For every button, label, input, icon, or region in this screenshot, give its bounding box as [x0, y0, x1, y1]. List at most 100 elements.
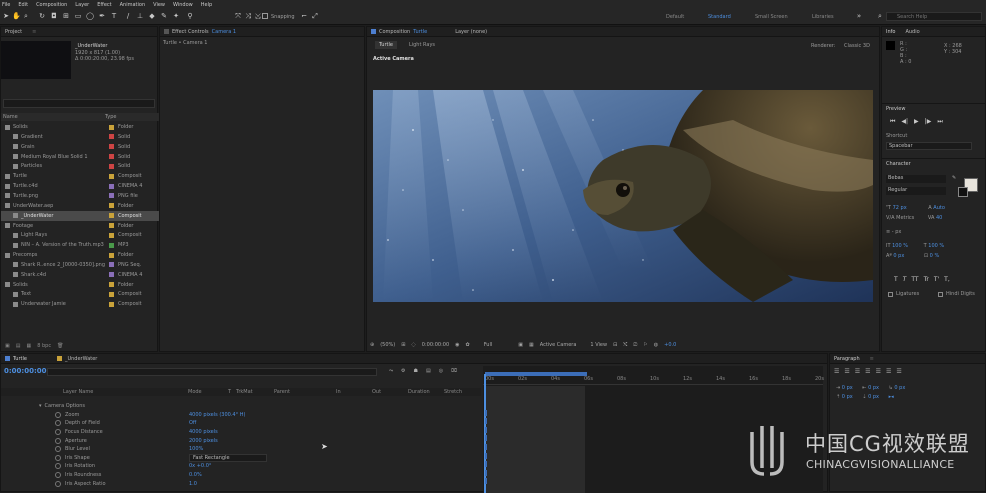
property-value[interactable]: Off [189, 420, 196, 426]
align-right-icon[interactable]: ☰ [855, 368, 860, 375]
label-color-swatch[interactable] [109, 134, 114, 140]
timeline-property-row[interactable]: Iris Shape Fast Rectangle [1, 453, 481, 463]
stopwatch-icon[interactable] [55, 472, 61, 479]
timeline-tab-turtle[interactable]: Turtle [13, 356, 27, 362]
ligatures-checkbox[interactable] [888, 291, 893, 297]
space-before-value[interactable]: 0 px [842, 394, 853, 400]
eraser-tool-icon[interactable]: ◆ [148, 12, 156, 20]
align-left-icon[interactable]: ☰ [834, 368, 839, 375]
search-help-input[interactable] [887, 13, 981, 20]
info-tab[interactable]: Info [886, 29, 895, 35]
stroke-color-swatch[interactable] [958, 187, 968, 197]
rotate-tool-icon[interactable]: ↻ [38, 12, 46, 20]
project-item[interactable]: UnderWater.aep Folder [1, 201, 159, 211]
property-value[interactable]: 2000 pixels [189, 438, 218, 444]
label-color-swatch[interactable] [109, 242, 114, 248]
property-value[interactable]: 100% [189, 446, 203, 452]
first-frame-icon[interactable]: ⏮ [890, 118, 895, 126]
snap-options-icon[interactable]: ⌐ [300, 12, 308, 20]
renderer-value[interactable]: Classic 3D [844, 43, 870, 49]
project-item[interactable]: Particles Solid [1, 161, 159, 171]
timeline-property-row[interactable]: Iris Roundness 0.0% [1, 471, 481, 480]
col-name[interactable]: Name [3, 114, 105, 120]
keyframe-marker[interactable] [485, 444, 487, 450]
transparency-icon[interactable]: ▦ [529, 342, 534, 348]
label-color-swatch[interactable] [109, 183, 114, 189]
label-color-swatch[interactable] [109, 291, 114, 297]
align-center-icon[interactable]: ☰ [844, 368, 849, 375]
justify-center-icon[interactable]: ☰ [876, 368, 881, 375]
project-item[interactable]: Solids Folder [1, 280, 159, 290]
label-color-swatch[interactable] [109, 144, 114, 150]
stopwatch-icon[interactable] [55, 411, 61, 418]
layer-tab[interactable]: Layer (none) [455, 29, 487, 35]
selection-tool-icon[interactable]: ➤ [2, 12, 10, 20]
timeline-property-row[interactable]: Iris Aspect Ratio 1.0 [1, 479, 481, 488]
stopwatch-icon[interactable] [55, 420, 61, 427]
keyframe-marker[interactable] [485, 435, 487, 442]
grid-icon[interactable]: ⊞ [401, 342, 405, 348]
composition-tab[interactable]: Composition [379, 29, 410, 35]
type-tool-icon[interactable]: T [110, 12, 118, 20]
camera-tool-icon[interactable]: ◘ [50, 12, 58, 20]
justify-all-icon[interactable]: ☰ [896, 368, 901, 375]
preview-tab[interactable]: Preview [882, 103, 986, 113]
ellipse-tool-icon[interactable]: ◯ [86, 12, 94, 20]
project-item[interactable]: Solids Folder [1, 122, 159, 132]
axis-local-icon[interactable]: ⤧ [234, 12, 242, 20]
project-item[interactable]: Turtle.c4d CINEMA 4 [1, 181, 159, 191]
label-color-swatch[interactable] [109, 163, 114, 169]
keyframe-marker[interactable] [485, 461, 487, 468]
effect-controls-tab[interactable]: Effect Controls [172, 29, 209, 35]
project-item[interactable]: Gradient Solid [1, 132, 159, 142]
eyedropper-icon[interactable]: ✎ [952, 175, 956, 181]
label-color-swatch[interactable] [109, 262, 114, 268]
pen-tool-icon[interactable]: ✒ [98, 12, 106, 20]
prev-frame-icon[interactable]: ◀| [901, 118, 908, 126]
project-item[interactable]: _UnderWater Composit [1, 210, 159, 221]
col-layer-name[interactable]: Layer Name [63, 389, 188, 395]
col-type[interactable]: Type [105, 114, 116, 120]
motion-blur-icon[interactable]: ◎ [439, 368, 443, 374]
label-color-swatch[interactable] [109, 154, 114, 160]
next-frame-icon[interactable]: |▶ [925, 118, 932, 126]
property-value[interactable]: 4000 pixels (300.4° H) [189, 412, 245, 418]
new-folder-icon[interactable]: ▤ [16, 343, 21, 349]
time-ruler[interactable]: 00s 02s 04s 06s 08s 10s 12s 14s 16s 18s 20s [483, 376, 824, 385]
menu-edit[interactable]: Edit [18, 2, 28, 8]
menu-animation[interactable]: Animation [120, 2, 146, 8]
layer-duration-bar[interactable] [485, 386, 585, 493]
work-area-bar[interactable] [485, 372, 587, 376]
workspace-overflow-icon[interactable]: » [855, 12, 863, 20]
col-trkmat[interactable]: TrkMat [236, 389, 274, 395]
workspace-default[interactable]: Default [666, 14, 684, 20]
timeline-property-row[interactable]: Iris Rotation 0x +0.0° [1, 462, 481, 471]
font-style-dropdown[interactable]: Regular [886, 187, 946, 195]
menu-help[interactable]: Help [201, 2, 212, 8]
hand-tool-icon[interactable]: ✋ [12, 12, 21, 20]
timeline-property-row[interactable]: Zoom 4000 pixels (300.4° H) [1, 411, 481, 420]
faux-bold-button[interactable]: T [894, 276, 898, 283]
channel-icon[interactable]: ✿ [466, 342, 470, 348]
trash-icon[interactable]: 🗑 [57, 343, 63, 349]
puppet-tool-icon[interactable]: ✦ [172, 12, 180, 20]
label-color-swatch[interactable] [109, 203, 114, 209]
label-color-swatch[interactable] [109, 173, 114, 179]
col-out[interactable]: Out [372, 389, 408, 395]
label-color-swatch[interactable] [109, 124, 114, 130]
project-item[interactable]: NIN – A. Version of the Truth.mp3 MP3 [1, 240, 159, 250]
label-color-swatch[interactable] [109, 213, 114, 219]
subtab-light-rays[interactable]: Light Rays [407, 41, 437, 49]
project-tab[interactable]: Project [5, 29, 22, 35]
group-expand-icon[interactable]: ▾ [39, 403, 42, 409]
keyframe-marker[interactable] [485, 409, 487, 416]
clone-stamp-tool-icon[interactable]: ⊥ [136, 12, 144, 20]
project-comp-name[interactable]: _UnderWater [75, 43, 107, 49]
col-stretch[interactable]: Stretch [444, 389, 462, 395]
search-help-icon[interactable]: ⌕ [876, 12, 884, 20]
menu-view[interactable]: View [153, 2, 165, 8]
keyframe-marker[interactable] [485, 478, 487, 485]
snapping-checkbox[interactable] [262, 13, 268, 19]
project-search-input[interactable] [3, 99, 155, 108]
hindi-digits-checkbox[interactable] [938, 291, 943, 297]
